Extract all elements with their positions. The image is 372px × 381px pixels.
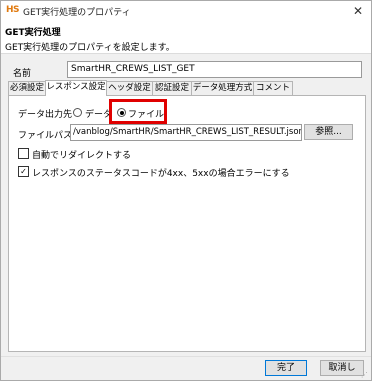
tab-header[interactable]: ヘッダ設定 xyxy=(106,81,153,95)
dialog-header: GET実行処理 GET実行処理のプロパティを設定します。 xyxy=(1,21,371,54)
auto-redirect-checkbox[interactable] xyxy=(18,148,29,159)
app-logo-icon: HS xyxy=(6,5,20,15)
title-bar: HS GET実行処理のプロパティ ✕ xyxy=(1,1,371,21)
header-title: GET実行処理 xyxy=(5,28,61,38)
filepath-input[interactable]: /vanblog/SmartHR/SmartHR_CREWS_LIST_RESU… xyxy=(70,124,302,141)
browse-button[interactable]: 参照... xyxy=(304,124,353,140)
tab-data-processing[interactable]: データ処理方式 xyxy=(191,81,254,95)
output-destination-label: データ出力先 xyxy=(18,110,73,120)
finish-button[interactable]: 完了 xyxy=(265,360,307,376)
highlight-box xyxy=(109,99,167,124)
resize-grip-icon[interactable]: ⋰ xyxy=(361,371,368,379)
name-input[interactable]: SmartHR_CREWS_LIST_GET xyxy=(67,61,362,78)
radio-data-label[interactable]: データ xyxy=(85,107,112,120)
properties-dialog: HS GET実行処理のプロパティ ✕ GET実行処理 GET実行処理のプロパティ… xyxy=(0,0,372,381)
close-icon[interactable]: ✕ xyxy=(350,3,366,19)
auto-redirect-label[interactable]: 自動でリダイレクトする xyxy=(32,148,131,161)
filepath-label: ファイルパス xyxy=(18,131,73,141)
tab-response[interactable]: レスポンス設定 xyxy=(45,80,107,96)
tab-auth[interactable]: 認証設定 xyxy=(152,81,192,95)
error-status-checkbox[interactable]: ✓ xyxy=(18,166,29,177)
tab-comment[interactable]: コメント xyxy=(253,81,293,95)
error-status-label[interactable]: レスポンスのステータスコードが4xx、5xxの場合エラーにする xyxy=(32,166,290,179)
tab-required[interactable]: 必須設定 xyxy=(8,81,46,95)
radio-data[interactable] xyxy=(73,108,82,117)
header-description: GET実行処理のプロパティを設定します。 xyxy=(5,43,175,53)
footer-divider xyxy=(1,356,371,357)
cancel-button[interactable]: 取消し xyxy=(320,360,364,376)
window-title: GET実行処理のプロパティ xyxy=(23,8,131,18)
name-label: 名前 xyxy=(13,69,32,79)
